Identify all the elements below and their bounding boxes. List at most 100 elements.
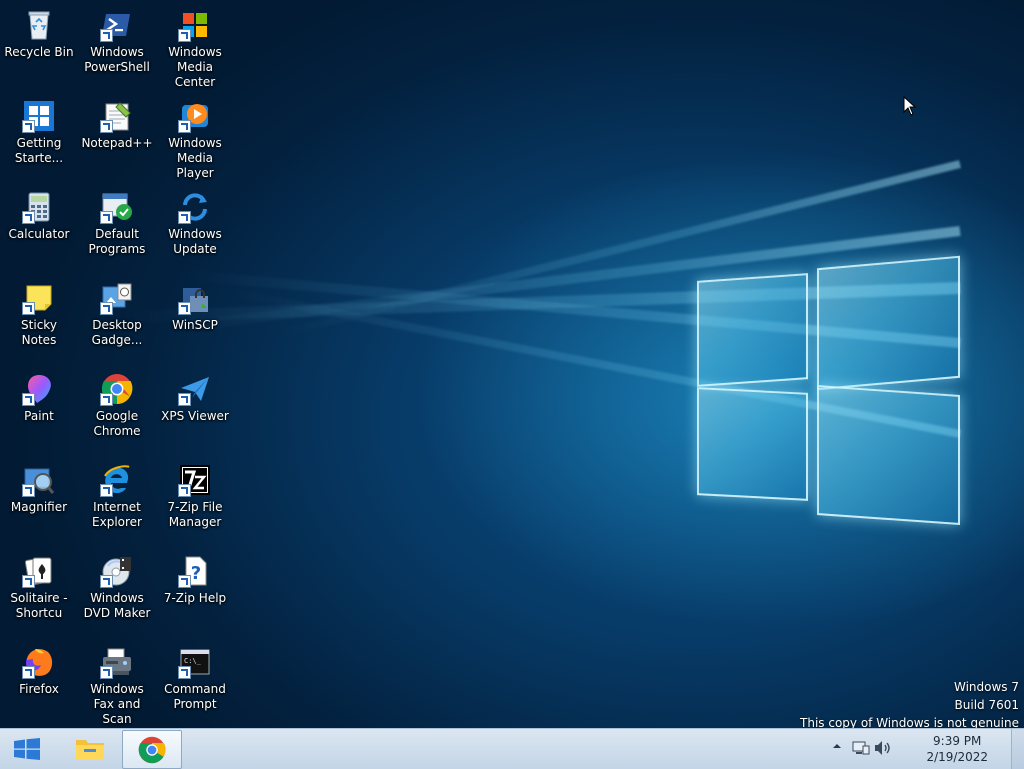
windows-update-icon: [178, 190, 212, 224]
taskbar-clock[interactable]: 9:39 PM 2/19/2022: [926, 733, 988, 765]
icon-label: Solitaire - Shortcu: [10, 591, 68, 620]
clock-date: 2/19/2022: [926, 750, 988, 764]
getting-started-icon: [22, 99, 56, 133]
shortcut-arrow-icon: [178, 393, 191, 406]
desktop[interactable]: Recycle Bin Windows PowerShell Windows M…: [0, 0, 1024, 728]
svg-text:?: ?: [191, 563, 201, 584]
desktop-icon-windows-media-center[interactable]: Windows Media Center: [156, 4, 234, 90]
watermark-os-name: Windows 7: [953, 680, 1019, 694]
show-desktop-button[interactable]: [1011, 729, 1024, 769]
desktop-icon-command-prompt[interactable]: C:\_ Command Prompt: [156, 641, 234, 727]
desktop-icon-7zip-help[interactable]: ? 7-Zip Help: [156, 550, 234, 636]
desktop-icon-sticky-notes[interactable]: Sticky Notes: [0, 277, 78, 363]
desktop-icon-internet-explorer[interactable]: Internet Explorer: [78, 459, 156, 545]
file-explorer-icon: [76, 740, 104, 760]
chrome-icon: [138, 736, 166, 764]
chrome-icon: [100, 372, 134, 406]
taskbar-file-explorer-button[interactable]: [61, 730, 119, 767]
watermark-build: Build 7601: [954, 698, 1019, 712]
recycle-bin-icon: [22, 8, 56, 42]
network-icon[interactable]: [852, 740, 870, 756]
volume-icon[interactable]: [874, 740, 892, 756]
desktop-icon-windows-fax-and-scan[interactable]: Windows Fax and Scan: [78, 641, 156, 727]
desktop-icon-windows-media-player[interactable]: Windows Media Player: [156, 95, 234, 181]
show-hidden-icons-icon[interactable]: [832, 741, 842, 751]
desktop-icon-solitaire[interactable]: Solitaire - Shortcu: [0, 550, 78, 636]
fax-scan-icon: [100, 645, 134, 679]
media-center-icon: [178, 8, 212, 42]
shortcut-arrow-icon: [178, 575, 191, 588]
desktop-icon-windows-update[interactable]: Windows Update: [156, 186, 234, 272]
paint-icon: [22, 372, 56, 406]
watermark-genuine-notice: This copy of Windows is not genuine: [800, 716, 1019, 728]
notepadpp-icon: [100, 99, 134, 133]
sticky-notes-icon: [22, 281, 56, 315]
icon-label: Windows Media Center: [168, 45, 222, 89]
desktop-icon-google-chrome[interactable]: Google Chrome: [78, 368, 156, 454]
shortcut-arrow-icon: [22, 302, 35, 315]
icon-label: Windows Update: [168, 227, 222, 256]
icon-label: WinSCP: [172, 318, 218, 332]
start-button[interactable]: [0, 729, 56, 769]
icon-label: 7-Zip File Manager: [167, 500, 223, 529]
icon-label: Default Programs: [88, 227, 146, 256]
solitaire-icon: [22, 554, 56, 588]
icon-label: Desktop Gadge...: [91, 318, 143, 347]
desktop-icon-paint[interactable]: Paint: [0, 368, 78, 454]
icon-label: Recycle Bin: [4, 45, 74, 59]
shortcut-arrow-icon: [22, 575, 35, 588]
wallpaper-window-pane: [817, 255, 960, 391]
icon-label: Magnifier: [10, 500, 68, 514]
help-icon: ?: [178, 554, 212, 588]
firefox-icon: [22, 645, 56, 679]
desktop-icon-windows-powershell[interactable]: Windows PowerShell: [78, 4, 156, 90]
taskbar: 9:39 PM 2/19/2022: [0, 728, 1024, 769]
desktop-icon-winscp[interactable]: WinSCP: [156, 277, 234, 363]
desktop-gadgets-icon: [100, 281, 134, 315]
desktop-icon-xps-viewer[interactable]: XPS Viewer: [156, 368, 234, 454]
wallpaper-window-pane: [697, 273, 808, 387]
icon-label: Calculator: [8, 227, 70, 241]
icon-label: Command Prompt: [164, 682, 226, 711]
desktop-icon-desktop-gadgets[interactable]: Desktop Gadge...: [78, 277, 156, 363]
shortcut-arrow-icon: [100, 302, 113, 315]
wallpaper-window-pane: [817, 385, 960, 525]
default-programs-icon: [100, 190, 134, 224]
shortcut-arrow-icon: [100, 393, 113, 406]
shortcut-arrow-icon: [178, 120, 191, 133]
calculator-icon: [22, 190, 56, 224]
icon-label: Paint: [24, 409, 54, 423]
winscp-icon: [178, 281, 212, 315]
icon-label: Google Chrome: [93, 409, 141, 438]
desktop-icon-default-programs[interactable]: Default Programs: [78, 186, 156, 272]
icon-label: Windows DVD Maker: [83, 591, 151, 620]
wallpaper-window-pane: [697, 387, 808, 501]
desktop-icon-calculator[interactable]: Calculator: [0, 186, 78, 272]
shortcut-arrow-icon: [22, 120, 35, 133]
desktop-icon-notepadpp[interactable]: Notepad++: [78, 95, 156, 181]
desktop-icon-magnifier[interactable]: Magnifier: [0, 459, 78, 545]
desktop-icon-recycle-bin[interactable]: Recycle Bin: [0, 4, 78, 90]
desktop-icon-7zip-file-manager[interactable]: 7-Zip File Manager: [156, 459, 234, 545]
shortcut-arrow-icon: [100, 211, 113, 224]
shortcut-arrow-icon: [22, 484, 35, 497]
taskbar-chrome-button[interactable]: [122, 730, 182, 769]
mouse-cursor-icon: [903, 96, 917, 116]
magnifier-icon: [22, 463, 56, 497]
icon-label: 7-Zip Help: [163, 591, 227, 605]
icon-label: Sticky Notes: [21, 318, 57, 347]
desktop-icon-windows-dvd-maker[interactable]: Windows DVD Maker: [78, 550, 156, 636]
powershell-icon: [100, 8, 134, 42]
xps-viewer-icon: [178, 372, 212, 406]
icon-label: XPS Viewer: [161, 409, 229, 423]
shortcut-arrow-icon: [100, 484, 113, 497]
svg-text:C:\_: C:\_: [184, 657, 202, 665]
icon-label: Windows PowerShell: [84, 45, 150, 74]
shortcut-arrow-icon: [100, 575, 113, 588]
icon-label: Windows Fax and Scan: [90, 682, 144, 726]
icon-label: Getting Starte...: [14, 136, 64, 165]
shortcut-arrow-icon: [178, 666, 191, 679]
command-prompt-icon: C:\_: [178, 645, 212, 679]
desktop-icon-firefox[interactable]: Firefox: [0, 641, 78, 727]
desktop-icon-getting-started[interactable]: Getting Starte...: [0, 95, 78, 181]
